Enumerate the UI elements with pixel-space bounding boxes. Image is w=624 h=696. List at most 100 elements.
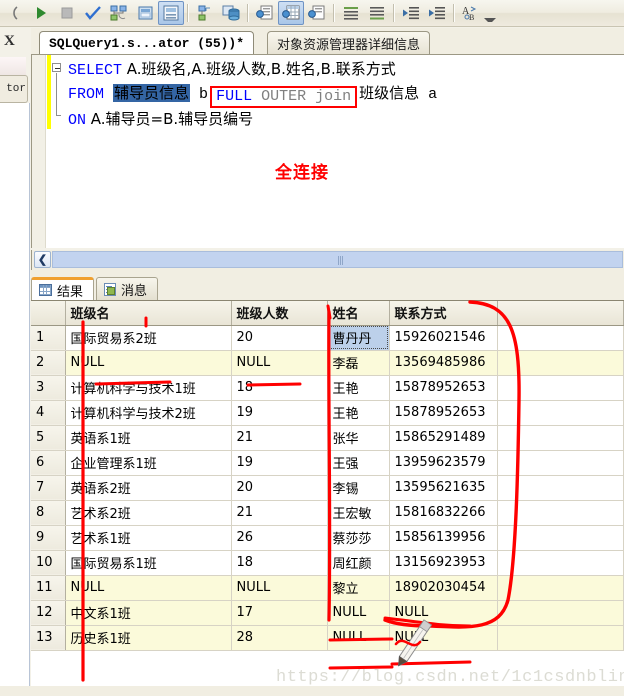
row-number[interactable]: 6 bbox=[31, 450, 66, 476]
cell-class-name[interactable]: 艺术系2班 bbox=[65, 500, 232, 526]
spell-check-icon[interactable]: A B bbox=[458, 1, 484, 25]
results-grid[interactable]: 班级名 班级人数 姓名 联系方式 1 国际贸易系2班 20 曹丹丹 1592602154… bbox=[31, 300, 624, 696]
cell-contact[interactable]: 13569485986 bbox=[389, 350, 498, 376]
cell-person-name[interactable]: NULL bbox=[327, 600, 390, 626]
toolbar-overflow-button[interactable] bbox=[484, 2, 496, 24]
display-estimated-plan-icon[interactable] bbox=[106, 1, 132, 25]
database-icon[interactable] bbox=[218, 1, 244, 25]
cell-class-name[interactable]: 国际贸易系2班 bbox=[65, 325, 232, 351]
cell-class-name[interactable]: 英语系2班 bbox=[65, 475, 232, 501]
table-row[interactable]: 12 中文系1班 17 NULL NULL bbox=[31, 600, 624, 626]
tab-object-explorer-details[interactable]: 对象资源管理器详细信息 bbox=[267, 31, 431, 54]
cell-contact[interactable]: NULL bbox=[389, 600, 498, 626]
cell-class-name[interactable]: 艺术系1班 bbox=[65, 525, 232, 551]
row-number[interactable]: 7 bbox=[31, 475, 66, 501]
fold-collapse-icon[interactable] bbox=[52, 63, 61, 72]
cell-person-name[interactable]: 张华 bbox=[327, 425, 390, 451]
query-options-icon[interactable] bbox=[132, 1, 158, 25]
cell-class-count[interactable]: 20 bbox=[231, 475, 328, 501]
row-number[interactable]: 5 bbox=[31, 425, 66, 451]
include-client-statistics-icon[interactable] bbox=[192, 1, 218, 25]
cell-person-name[interactable]: 李锡 bbox=[327, 475, 390, 501]
cell-person-name[interactable]: 周红颜 bbox=[327, 550, 390, 576]
table-row[interactable]: 3 计算机科学与技术1班 18 王艳 15878952653 bbox=[31, 375, 624, 401]
col-header-class-name[interactable]: 班级名 bbox=[65, 301, 232, 326]
row-number[interactable]: 12 bbox=[31, 600, 66, 626]
col-header-contact[interactable]: 联系方式 bbox=[389, 301, 498, 326]
cell-person-name[interactable]: 黎立 bbox=[327, 575, 390, 601]
include-actual-plan-icon[interactable] bbox=[158, 1, 184, 25]
table-row[interactable]: 4 计算机科学与技术2班 19 王艳 15878952653 bbox=[31, 400, 624, 426]
results-to-grid-icon[interactable] bbox=[278, 1, 304, 25]
table-row[interactable]: 7 英语系2班 20 李锡 13595621635 bbox=[31, 475, 624, 501]
cell-contact[interactable]: 15878952653 bbox=[389, 400, 498, 426]
table-row[interactable]: 6 企业管理系1班 19 王强 13959623579 bbox=[31, 450, 624, 476]
table-row[interactable]: 13 历史系1班 28 NULL NULL bbox=[31, 625, 624, 651]
cell-class-name[interactable]: 企业管理系1班 bbox=[65, 450, 232, 476]
cell-person-name[interactable]: 王强 bbox=[327, 450, 390, 476]
cell-contact[interactable]: 15816832266 bbox=[389, 500, 498, 526]
cell-contact[interactable]: 13959623579 bbox=[389, 450, 498, 476]
cell-contact[interactable]: 18902030454 bbox=[389, 575, 498, 601]
row-number[interactable]: 11 bbox=[31, 575, 66, 601]
cell-person-name[interactable]: 王艳 bbox=[327, 400, 390, 426]
stop-icon[interactable] bbox=[54, 1, 80, 25]
uncomment-lines-icon[interactable] bbox=[364, 1, 390, 25]
selected-table-name[interactable]: 辅导员信息 bbox=[113, 84, 191, 102]
cell-contact[interactable]: 15926021546 bbox=[389, 325, 498, 351]
cell-contact[interactable]: 15878952653 bbox=[389, 375, 498, 401]
table-row[interactable]: 1 国际贸易系2班 20 曹丹丹 15926021546 bbox=[31, 325, 624, 351]
cell-contact[interactable]: 15856139956 bbox=[389, 525, 498, 551]
cell-class-name[interactable]: 计算机科学与技术2班 bbox=[65, 400, 232, 426]
cell-class-count[interactable]: NULL bbox=[231, 575, 328, 601]
object-explorer-vertical-tab[interactable]: tor bbox=[0, 75, 28, 103]
cell-person-name[interactable]: 曹丹丹 bbox=[327, 325, 390, 351]
execute-run-icon[interactable] bbox=[28, 1, 54, 25]
sql-code-text[interactable]: SELECT A.班级名,A.班级人数,B.姓名,B.联系方式 FROM 辅导员… bbox=[68, 58, 624, 132]
table-row[interactable]: 2 NULL NULL 李磊 13569485986 bbox=[31, 350, 624, 376]
cell-class-count[interactable]: 21 bbox=[231, 425, 328, 451]
cell-contact[interactable]: 13156923953 bbox=[389, 550, 498, 576]
table-row[interactable]: 10 国际贸易系1班 18 周红颜 13156923953 bbox=[31, 550, 624, 576]
cell-class-name[interactable]: 中文系1班 bbox=[65, 600, 232, 626]
cell-class-name[interactable]: 计算机科学与技术1班 bbox=[65, 375, 232, 401]
row-number[interactable]: 13 bbox=[31, 625, 66, 651]
cell-class-count[interactable]: 20 bbox=[231, 325, 328, 351]
row-number[interactable]: 3 bbox=[31, 375, 66, 401]
cell-class-count[interactable]: 26 bbox=[231, 525, 328, 551]
close-icon[interactable]: X bbox=[4, 33, 15, 50]
cell-contact[interactable]: 15865291489 bbox=[389, 425, 498, 451]
cell-person-name[interactable]: 王艳 bbox=[327, 375, 390, 401]
col-header-rownum[interactable] bbox=[31, 301, 66, 326]
cell-class-name[interactable]: NULL bbox=[65, 350, 232, 376]
cell-person-name[interactable]: 李磊 bbox=[327, 350, 390, 376]
increase-indent-icon[interactable] bbox=[424, 1, 450, 25]
cell-class-name[interactable]: NULL bbox=[65, 575, 232, 601]
scroll-thumb-grip[interactable] bbox=[337, 256, 344, 265]
row-number[interactable]: 10 bbox=[31, 550, 66, 576]
tab-messages[interactable]: 消息 bbox=[96, 277, 159, 300]
cell-class-count[interactable]: 18 bbox=[231, 550, 328, 576]
table-row[interactable]: 5 英语系1班 21 张华 15865291489 bbox=[31, 425, 624, 451]
cell-class-count[interactable]: 19 bbox=[231, 450, 328, 476]
cell-class-name[interactable]: 英语系1班 bbox=[65, 425, 232, 451]
row-number[interactable]: 2 bbox=[31, 350, 66, 376]
cell-contact[interactable]: NULL bbox=[389, 625, 498, 651]
table-row[interactable]: 8 艺术系2班 21 王宏敏 15816832266 bbox=[31, 500, 624, 526]
cell-class-count[interactable]: 17 bbox=[231, 600, 328, 626]
editor-fold-column[interactable] bbox=[52, 60, 66, 116]
cell-person-name[interactable]: NULL bbox=[327, 625, 390, 651]
decrease-indent-icon[interactable] bbox=[398, 1, 424, 25]
table-row[interactable]: 11 NULL NULL 黎立 18902030454 bbox=[31, 575, 624, 601]
scroll-left-button[interactable]: ❮ bbox=[34, 251, 51, 268]
row-number[interactable]: 4 bbox=[31, 400, 66, 426]
cell-class-name[interactable]: 历史系1班 bbox=[65, 625, 232, 651]
editor-horizontal-scrollbar[interactable]: ❮ bbox=[31, 250, 624, 270]
cell-class-count[interactable]: NULL bbox=[231, 350, 328, 376]
scroll-track[interactable] bbox=[52, 251, 623, 268]
table-row[interactable]: 9 艺术系1班 26 蔡莎莎 15856139956 bbox=[31, 525, 624, 551]
tab-results[interactable]: 结果 bbox=[31, 277, 95, 300]
cell-class-count[interactable]: 28 bbox=[231, 625, 328, 651]
cell-contact[interactable]: 13595621635 bbox=[389, 475, 498, 501]
results-to-file-icon[interactable] bbox=[304, 1, 330, 25]
